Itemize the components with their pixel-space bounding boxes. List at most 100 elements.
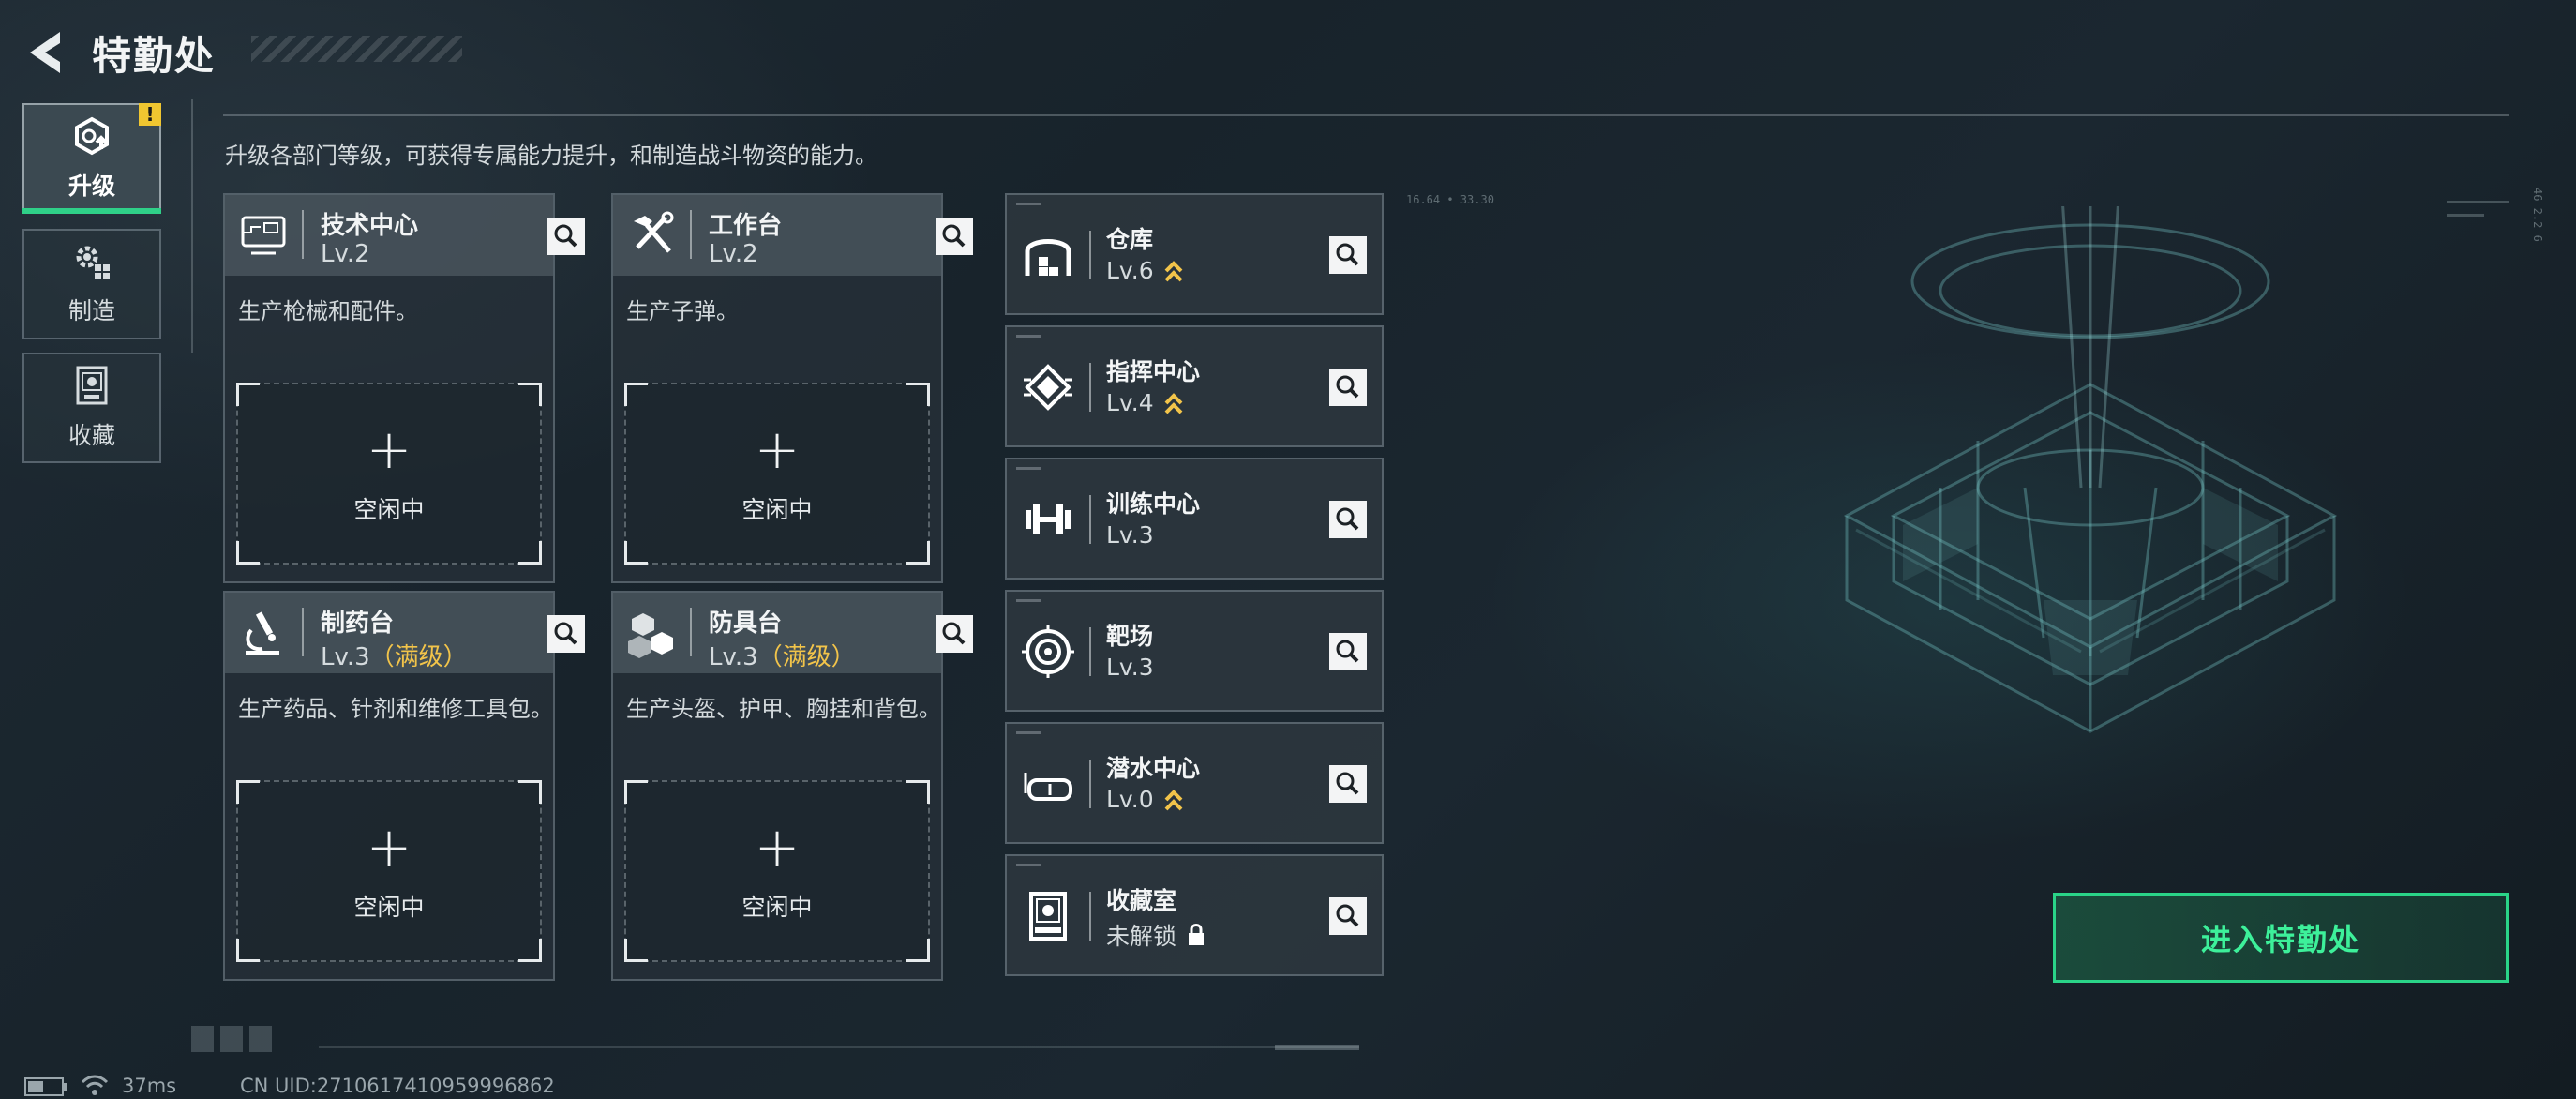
search-button[interactable]	[1329, 501, 1367, 538]
footer-progress-mark	[1275, 1045, 1359, 1050]
department-name: 制药台	[321, 610, 395, 638]
magnifier-icon	[554, 224, 577, 248]
header-divider	[223, 114, 2509, 116]
enter-special-ops-button[interactable]: 进入特勤处	[2053, 893, 2509, 983]
card-header: 技术中心 Lv.2	[225, 195, 585, 276]
wifi-icon	[81, 1075, 109, 1095]
upgrade-available-icon	[1164, 260, 1183, 281]
search-button[interactable]	[1329, 369, 1367, 406]
facility-card-command-center[interactable]: 指挥中心 Lv.4	[1005, 325, 1384, 447]
slot-status: 空闲中	[741, 496, 813, 523]
header-separator	[302, 608, 304, 656]
armor-boxes-icon	[628, 613, 673, 658]
facility-card-diving-center[interactable]: 潜水中心 Lv.0	[1005, 722, 1384, 844]
search-button[interactable]	[1329, 897, 1367, 935]
facility-name: 训练中心	[1106, 490, 1201, 518]
slot-corner	[518, 541, 542, 565]
card-header: 制药台 Lv.3（满级）	[225, 593, 585, 673]
production-slot[interactable]: + 空闲中	[624, 780, 930, 962]
department-level: Lv.3（满级）	[709, 643, 856, 671]
uid-label: CN UID:2710617410959996862	[240, 1075, 555, 1097]
target-icon	[1022, 625, 1074, 678]
card-header: 防具台 Lv.3（满级）	[613, 593, 973, 673]
production-slot[interactable]: + 空闲中	[236, 383, 542, 565]
slot-corner	[624, 780, 648, 804]
facility-name: 潜水中心	[1106, 755, 1201, 782]
nav-label: 收藏	[67, 422, 115, 449]
magnifier-icon	[1336, 375, 1359, 399]
collection-icon	[76, 366, 108, 405]
deco-line	[2447, 201, 2509, 203]
magnifier-icon	[1336, 640, 1359, 663]
slot-status: 空闲中	[353, 894, 425, 921]
department-card-armor-bench: 防具台 Lv.3（满级） 生产头盔、护甲、胸挂和背包。 + 空闲中	[611, 591, 973, 981]
max-level-tag: （满级）	[369, 643, 468, 671]
slot-corner	[906, 383, 930, 406]
department-level: Lv.2	[321, 240, 370, 268]
slot-corner	[518, 383, 542, 406]
department-description: 生产子弹。	[626, 298, 739, 324]
magnifier-icon	[1336, 507, 1359, 531]
facility-level: Lv.6	[1106, 257, 1184, 284]
slot-corner	[906, 780, 930, 804]
facility-card-shooting-range[interactable]: 靶场 Lv.3	[1005, 590, 1384, 712]
department-name: 防具台	[709, 610, 783, 638]
department-name: 技术中心	[321, 212, 419, 240]
slot-corner	[624, 939, 648, 962]
microscope-icon	[246, 611, 279, 655]
slot-status: 空闲中	[353, 496, 425, 523]
slot-corner	[906, 541, 930, 565]
page-title: 特勤处	[92, 33, 217, 79]
header-separator	[690, 608, 692, 656]
back-arrow-icon[interactable]	[21, 26, 73, 79]
department-description: 生产枪械和配件。	[238, 298, 418, 324]
card-separator	[1089, 363, 1091, 412]
chip-icon	[1024, 364, 1072, 411]
deco-line	[2447, 214, 2484, 217]
nav-tab-upgrade[interactable]: 升级 !	[22, 103, 161, 214]
battery-icon	[24, 1077, 67, 1096]
magnifier-icon	[554, 622, 577, 645]
department-description: 生产药品、针剂和维修工具包。	[238, 696, 553, 722]
locked-status: 未解锁	[1106, 923, 1177, 950]
nav-divider	[191, 99, 193, 353]
slot-corner	[236, 780, 260, 804]
search-button[interactable]	[936, 218, 973, 255]
search-button[interactable]	[936, 615, 973, 653]
facility-card-training-center[interactable]: 训练中心 Lv.3	[1005, 458, 1384, 580]
slot-corner	[518, 780, 542, 804]
monitor-icon	[241, 216, 286, 255]
card-separator	[1089, 760, 1091, 808]
department-card-pharmacy: 制药台 Lv.3（满级） 生产药品、针剂和维修工具包。 + 空闲中	[223, 591, 585, 981]
nav-tab-craft[interactable]: 制造	[22, 229, 161, 339]
production-slot[interactable]: + 空闲中	[236, 780, 542, 962]
nav-tab-collection[interactable]: 收藏	[22, 353, 161, 463]
production-slot[interactable]: + 空闲中	[624, 383, 930, 565]
search-button[interactable]	[1329, 633, 1367, 670]
slot-corner	[518, 939, 542, 962]
slot-corner	[624, 541, 648, 565]
add-icon: +	[754, 815, 801, 879]
title-decoration	[251, 36, 462, 62]
department-name: 工作台	[709, 212, 783, 240]
facility-level: Lv.3	[1106, 654, 1154, 681]
facility-card-warehouse[interactable]: 仓库 Lv.6	[1005, 193, 1384, 315]
facility-name: 仓库	[1106, 226, 1154, 253]
search-button[interactable]	[1329, 765, 1367, 803]
magnifier-icon	[1336, 772, 1359, 795]
upgrade-icon	[75, 116, 109, 156]
search-button[interactable]	[1329, 236, 1367, 274]
card-separator	[1089, 231, 1091, 279]
facility-level: 未解锁	[1106, 918, 1206, 952]
card-header: 工作台 Lv.2	[613, 195, 973, 276]
department-level: Lv.3（满级）	[321, 643, 468, 671]
search-button[interactable]	[547, 218, 585, 255]
department-level: Lv.2	[709, 240, 758, 268]
facility-card-collection-room[interactable]: 收藏室 未解锁	[1005, 854, 1384, 976]
header-separator	[302, 210, 304, 259]
card-separator	[1089, 892, 1091, 941]
warehouse-icon	[1025, 239, 1071, 276]
search-button[interactable]	[547, 615, 585, 653]
magnifier-icon	[942, 622, 966, 645]
slot-status: 空闲中	[741, 894, 813, 921]
